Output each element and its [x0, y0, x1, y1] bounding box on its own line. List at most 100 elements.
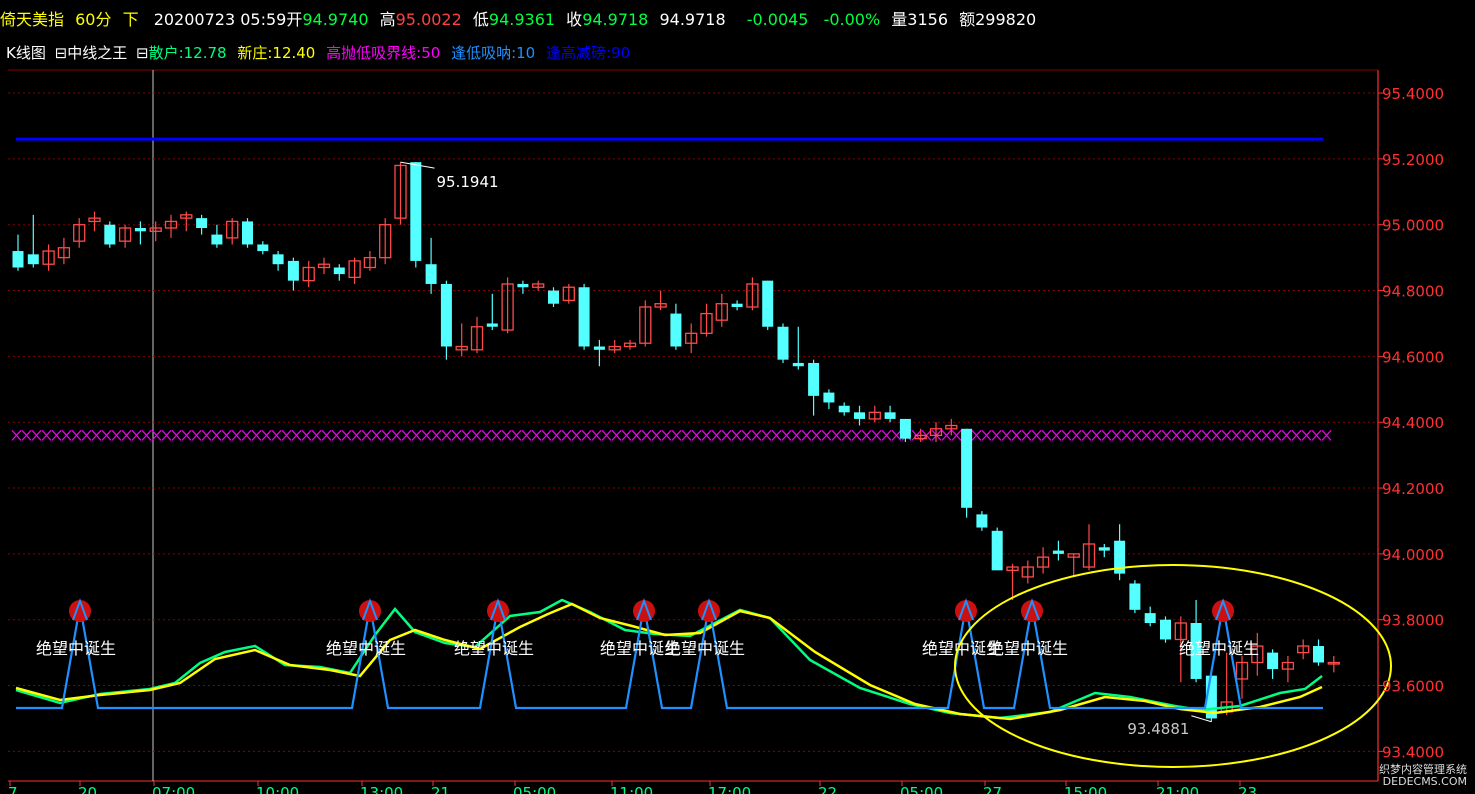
candle-down	[670, 313, 682, 347]
boundary-mark	[1261, 429, 1272, 441]
candle-down	[257, 244, 269, 252]
x-tick-label: 20	[78, 784, 97, 794]
boundary-mark	[261, 429, 272, 441]
boundary-mark	[1041, 429, 1052, 441]
boundary-mark	[501, 429, 512, 441]
indicator-name[interactable]: 中线之王	[67, 44, 127, 62]
close-value: 94.9718	[582, 10, 649, 29]
boundary-mark	[141, 429, 152, 441]
boundary-mark	[71, 429, 82, 441]
boundary-mark	[61, 429, 72, 441]
boundary-mark	[101, 429, 112, 441]
boundary-mark	[611, 429, 622, 441]
boundary-mark	[121, 429, 132, 441]
boundary-mark	[521, 429, 532, 441]
symbol-name[interactable]: 倚天美指	[0, 10, 64, 29]
candle-down	[440, 283, 452, 347]
boundary-mark	[461, 429, 472, 441]
boundary-mark	[361, 429, 372, 441]
boundary-mark	[301, 429, 312, 441]
boundary-mark	[851, 429, 862, 441]
boundary-mark	[1251, 429, 1262, 441]
time-axis: 7 20 07:00 10:00 13:00 21 05:00 11:00 17:00 22 05:…	[8, 781, 1257, 794]
boundary-mark	[1021, 429, 1032, 441]
boundary-mark	[41, 429, 52, 441]
y-tick-label: 94.4000	[1382, 414, 1444, 432]
boundary-mark	[841, 429, 852, 441]
boundary-mark	[401, 429, 412, 441]
boundary-mark	[681, 429, 692, 441]
y-tick-label: 94.6000	[1382, 348, 1444, 366]
price-axis: 95.4000 95.2000 95.0000 94.8000 94.6000 94.40…	[1378, 85, 1444, 761]
candle-down	[854, 412, 865, 419]
boundary-mark	[881, 429, 892, 441]
candle-down	[486, 323, 498, 327]
candle-down	[991, 530, 1003, 571]
boundary-mark	[1131, 429, 1142, 441]
candle-down	[578, 287, 590, 347]
change-pct-value: -0.00%	[823, 10, 881, 29]
boundary-mark	[131, 429, 142, 441]
boundary-mark	[731, 429, 742, 441]
boundary-mark	[891, 429, 902, 441]
kline-label[interactable]: K线图	[6, 44, 46, 62]
boundary-mark	[271, 429, 282, 441]
level-lines	[11, 137, 1332, 441]
boundary-mark	[231, 429, 242, 441]
x-tick-label: 15:00	[1064, 784, 1107, 794]
boundary-mark	[171, 429, 182, 441]
boundary-mark	[1281, 429, 1292, 441]
candle-down	[134, 228, 146, 232]
boundary-mark	[971, 429, 982, 441]
sell-high-value: 逢高减磅:90	[546, 44, 631, 62]
high-label: 95.1941	[437, 173, 499, 191]
x-tick-label: 11:00	[610, 784, 653, 794]
boundary-mark	[1001, 429, 1012, 441]
boundary-mark	[781, 429, 792, 441]
boundary-mark	[91, 429, 102, 441]
boundary-mark	[1101, 429, 1112, 441]
boundary-mark	[381, 429, 392, 441]
boundary-mark	[721, 429, 732, 441]
amount-label: 额	[959, 10, 976, 29]
period-label[interactable]: 60分	[75, 10, 111, 29]
boundary-mark	[991, 429, 1002, 441]
y-tick-label: 95.4000	[1382, 85, 1444, 103]
boundary-mark	[811, 429, 822, 441]
boundary-mark	[191, 429, 202, 441]
low-label: 93.4881	[1127, 720, 1189, 738]
boundary-mark	[661, 429, 672, 441]
volume-label: 量	[891, 10, 908, 29]
candle-down	[593, 346, 605, 350]
candle-down	[272, 254, 284, 265]
collapse-icon[interactable]: ⊟	[55, 44, 68, 62]
indicator-lines: 绝望中诞生 绝望中诞生 绝望中诞生 绝望中诞生绝望中诞生 绝望中诞生绝望中诞生 绝望中诞生	[15, 598, 1323, 721]
candle-down	[976, 514, 988, 528]
boundary-mark	[291, 429, 302, 441]
boundary-mark	[871, 429, 882, 441]
candle-down	[287, 260, 299, 281]
watermark-line-2: DEDECMS.COM	[1382, 775, 1467, 788]
boundary-mark	[311, 429, 322, 441]
candle-down	[961, 428, 973, 508]
boundary-mark	[81, 429, 92, 441]
candle-down	[12, 251, 24, 268]
volume-value: 3156	[907, 10, 949, 29]
boundary-mark	[251, 429, 262, 441]
candlestick-chart[interactable]: 绝望中诞生 绝望中诞生 绝望中诞生 绝望中诞生绝望中诞生 绝望中诞生绝望中诞生 绝望中诞生…	[0, 66, 1475, 794]
candle-down	[548, 290, 559, 304]
high-label: 高	[379, 10, 396, 29]
boundary-mark	[1081, 429, 1092, 441]
boundary-mark	[1321, 429, 1332, 441]
boundary-mark	[651, 429, 662, 441]
collapse-icon[interactable]: ⊟	[136, 44, 149, 62]
boundary-mark	[801, 429, 812, 441]
boundary-mark	[161, 429, 172, 441]
y-tick-label: 95.0000	[1382, 217, 1444, 235]
boundary-mark	[421, 429, 432, 441]
boundary-mark	[861, 429, 872, 441]
boundary-mark	[211, 429, 222, 441]
boundary-mark	[1161, 429, 1172, 441]
candle-down	[823, 392, 835, 403]
price-grid	[8, 69, 1379, 782]
